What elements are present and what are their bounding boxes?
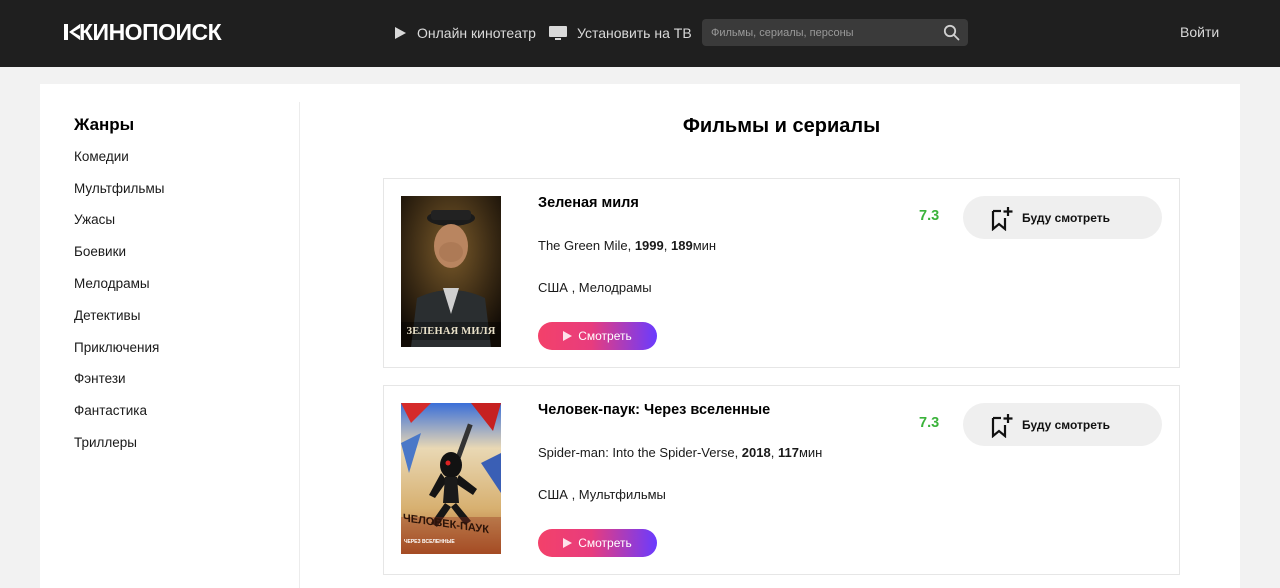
- movie-year: 2018: [741, 445, 771, 460]
- original-title: The Green Mile: [538, 238, 628, 253]
- poster-caption: ЗЕЛЕНАЯ МИЛЯ: [406, 326, 496, 337]
- genre-link[interactable]: Триллеры: [74, 435, 137, 451]
- login-link[interactable]: Войти: [1180, 24, 1219, 40]
- genre-link[interactable]: Комедии: [74, 149, 129, 165]
- page-title: Фильмы и сериалы: [682, 115, 881, 137]
- movie-duration: 117: [777, 445, 799, 460]
- movie-card: ЗЕЛЕНАЯ МИЛЯ Зеленая миля The Green Mile…: [383, 178, 1180, 368]
- duration-unit: мин: [692, 238, 717, 253]
- movie-card: ЧЕЛОВЕК-ПАУК ЧЕРЕЗ ВСЕЛЕННЫЕ Человек-пау…: [383, 385, 1180, 575]
- content-panel: Жанры Комедии Мультфильмы Ужасы Боевики …: [40, 84, 1240, 588]
- original-title: Spider-man: Into the Spider-Verse: [538, 445, 735, 460]
- top-bar: КИНОПОИСК Онлайн кинотеатр Установить на…: [0, 0, 1280, 67]
- rating-value: 7.3: [919, 415, 940, 431]
- movie-country-genre: США , Мультфильмы: [538, 487, 666, 502]
- nav-online-cinema-label: Онлайн кинотеатр: [417, 25, 536, 41]
- genre-link[interactable]: Ужасы: [74, 212, 115, 228]
- logo-mark-icon: [61, 21, 83, 43]
- genre-link[interactable]: Мелодрамы: [74, 276, 150, 292]
- movie-meta: The Green Mile, 1999, 189мин: [538, 238, 717, 253]
- genre-link[interactable]: Мультфильмы: [74, 181, 164, 197]
- watch-later-button[interactable]: Буду смотреть: [963, 403, 1162, 446]
- tv-icon: [549, 26, 567, 40]
- movie-title[interactable]: Зеленая миля: [538, 195, 639, 211]
- movie-duration: 189: [670, 238, 693, 253]
- movie-meta: Spider-man: Into the Spider-Verse, 2018,…: [538, 445, 823, 460]
- movie-poster[interactable]: ЧЕЛОВЕК-ПАУК ЧЕРЕЗ ВСЕЛЕННЫЕ: [401, 403, 501, 554]
- genre-link[interactable]: Детективы: [74, 308, 140, 324]
- rating-value: 7.3: [919, 208, 940, 224]
- logo-text: КИНОПОИСК: [79, 19, 222, 45]
- kinopoisk-logo[interactable]: КИНОПОИСК: [61, 19, 222, 45]
- genre-link[interactable]: Приключения: [74, 340, 159, 356]
- watch-later-label: Буду смотреть: [1022, 210, 1111, 225]
- bookmark-add-icon: [990, 412, 1014, 438]
- poster-subcaption: ЧЕРЕЗ ВСЕЛЕННЫЕ: [404, 539, 455, 545]
- play-icon: [563, 331, 573, 341]
- duration-unit: мин: [798, 445, 823, 460]
- movie-country-genre: США , Мелодрамы: [538, 280, 652, 295]
- genres-sidebar: Жанры Комедии Мультфильмы Ужасы Боевики …: [40, 102, 300, 588]
- watch-button-label: Смотреть: [578, 329, 632, 343]
- play-icon: [563, 538, 573, 548]
- watch-button[interactable]: Смотреть: [538, 322, 657, 350]
- nav-install-tv[interactable]: Установить на ТВ: [549, 22, 692, 44]
- genre-link[interactable]: Боевики: [74, 244, 126, 260]
- genre-link[interactable]: Фэнтези: [74, 371, 126, 387]
- genres-title: Жанры: [74, 115, 135, 134]
- watch-button[interactable]: Смотреть: [538, 529, 657, 557]
- genre-link[interactable]: Фантастика: [74, 403, 147, 419]
- search-input[interactable]: [702, 19, 932, 46]
- bookmark-add-icon: [990, 205, 1014, 231]
- watch-button-label: Смотреть: [578, 536, 632, 550]
- watch-later-label: Буду смотреть: [1022, 417, 1111, 432]
- movie-title[interactable]: Человек-паук: Через вселенные: [538, 402, 770, 418]
- movie-year: 1999: [634, 238, 664, 253]
- movie-poster[interactable]: ЗЕЛЕНАЯ МИЛЯ: [401, 196, 501, 347]
- nav-online-cinema[interactable]: Онлайн кинотеатр: [393, 22, 536, 44]
- nav-install-tv-label: Установить на ТВ: [577, 25, 692, 41]
- search-box: [702, 19, 968, 46]
- play-icon: [393, 26, 407, 40]
- search-icon[interactable]: [943, 24, 960, 41]
- watch-later-button[interactable]: Буду смотреть: [963, 196, 1162, 239]
